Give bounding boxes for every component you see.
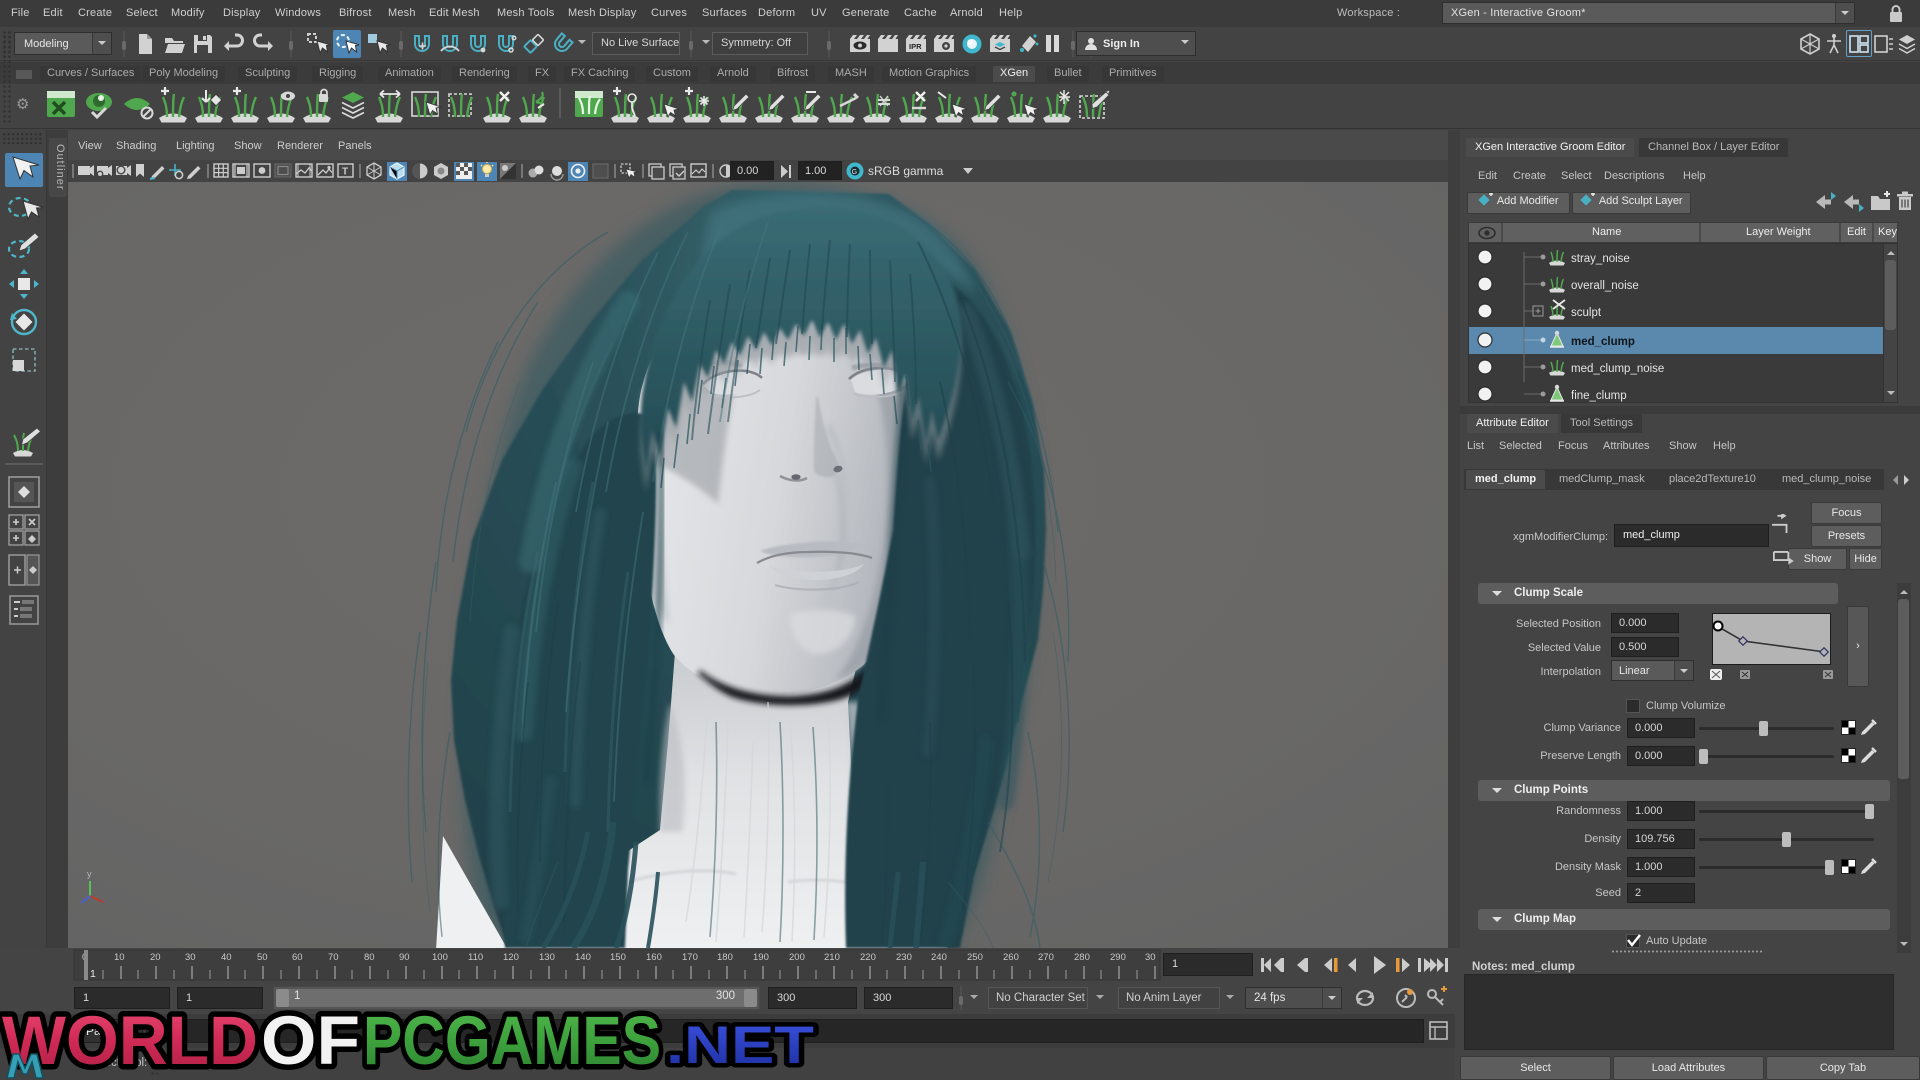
svg-text:T: T: [342, 167, 348, 178]
svg-text:sculpt: sculpt: [1571, 307, 1602, 319]
svg-text:20: 20: [150, 952, 161, 963]
svg-text:40: 40: [221, 952, 232, 963]
svg-text:G: G: [852, 169, 857, 176]
svg-text:130: 130: [539, 952, 555, 963]
svg-text:y: y: [87, 869, 92, 879]
svg-text:110: 110: [468, 952, 483, 963]
svg-text:270: 270: [1038, 952, 1054, 963]
svg-text:210: 210: [824, 952, 840, 963]
svg-text:10: 10: [114, 952, 125, 963]
svg-text:100: 100: [432, 952, 448, 963]
svg-text:OF: OF: [261, 1008, 360, 1079]
svg-text:220: 220: [860, 952, 876, 963]
svg-text:30: 30: [185, 952, 196, 963]
svg-text:170: 170: [682, 952, 698, 963]
svg-text:fine_clump: fine_clump: [1571, 390, 1627, 402]
svg-text:280: 280: [1074, 952, 1090, 963]
svg-text:290: 290: [1110, 952, 1126, 963]
svg-text:med_clump_noise: med_clump_noise: [1571, 363, 1664, 375]
svg-text:140: 140: [575, 952, 591, 963]
svg-text:.NET: .NET: [666, 1016, 814, 1075]
svg-text:240: 240: [931, 952, 947, 963]
svg-text:160: 160: [646, 952, 662, 963]
svg-text:260: 260: [1003, 952, 1019, 963]
svg-text:90: 90: [399, 952, 410, 963]
svg-text:50: 50: [257, 952, 268, 963]
svg-text:overall_noise: overall_noise: [1571, 280, 1639, 292]
svg-text:70: 70: [328, 952, 339, 963]
svg-text:200: 200: [789, 952, 805, 963]
svg-text:stray_noise: stray_noise: [1571, 253, 1630, 265]
svg-text:80: 80: [364, 952, 375, 963]
svg-text:sRGB gamma: sRGB gamma: [868, 164, 944, 178]
svg-text:250: 250: [967, 952, 983, 963]
svg-text:60: 60: [292, 952, 303, 963]
svg-text:190: 190: [753, 952, 769, 963]
svg-text:120: 120: [503, 952, 519, 963]
svg-text:30: 30: [1145, 952, 1156, 963]
svg-text:150: 150: [610, 952, 626, 963]
svg-text:230: 230: [896, 952, 912, 963]
svg-text:180: 180: [717, 952, 733, 963]
svg-text:IPR: IPR: [909, 42, 922, 51]
svg-text:med_clump: med_clump: [1571, 336, 1635, 348]
svg-text:1: 1: [90, 968, 96, 980]
svg-text:PCGAMES: PCGAMES: [363, 1008, 661, 1079]
